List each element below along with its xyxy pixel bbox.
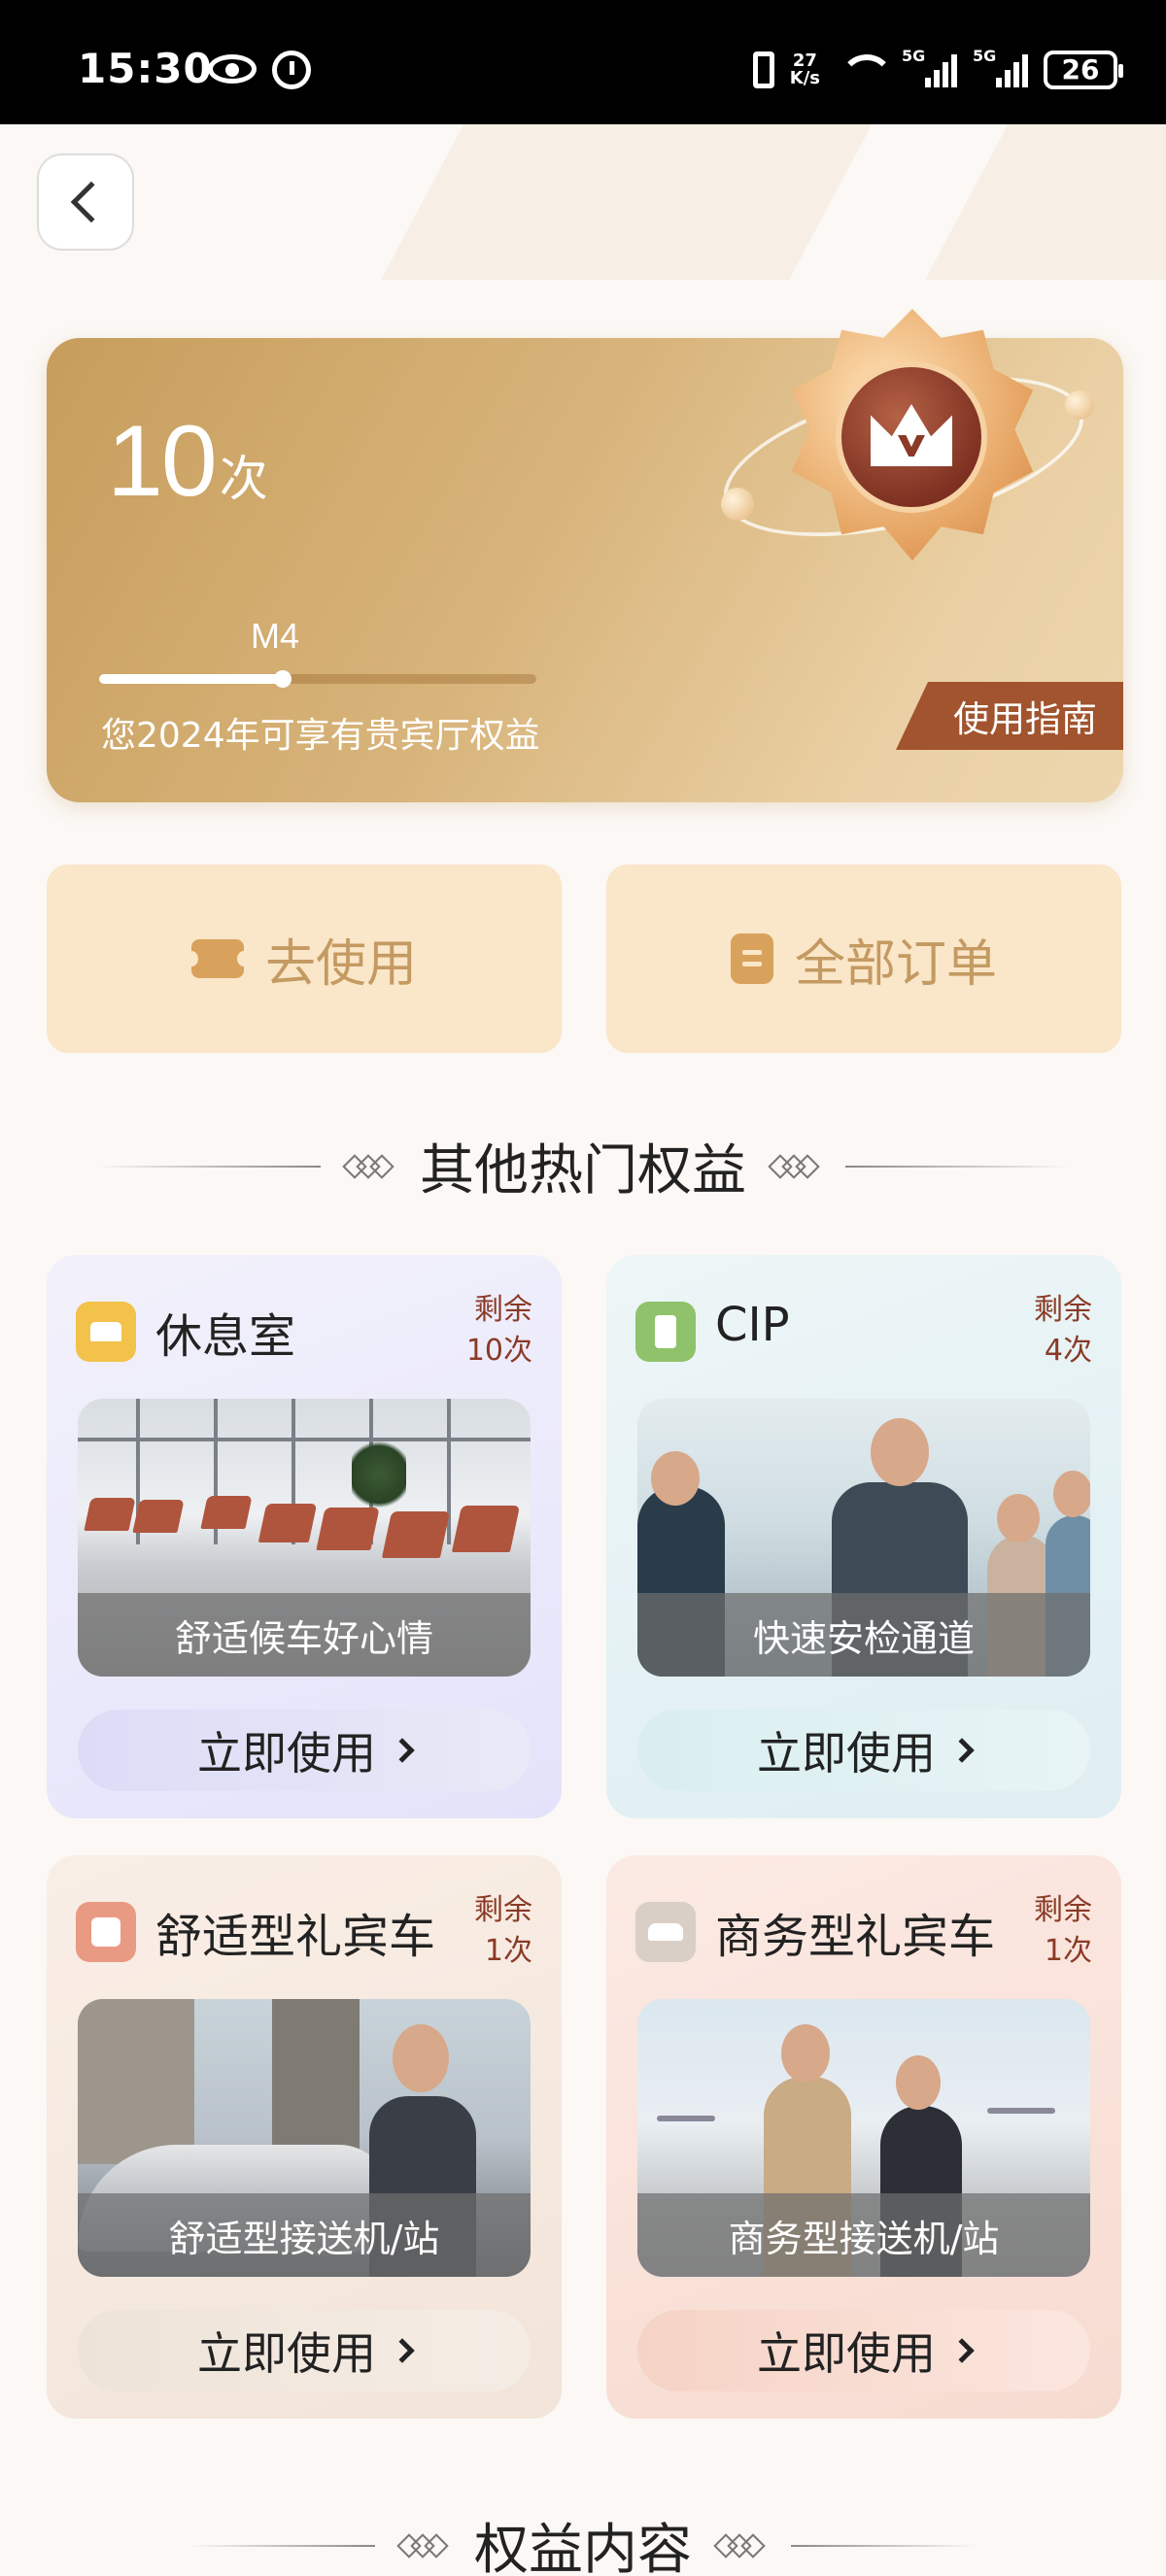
lounge-photo: 舒适候车好心情 (78, 1399, 531, 1677)
use-now-button[interactable]: 立即使用 (637, 1710, 1090, 1791)
remaining-badge: 剩余 1次 (1034, 1893, 1092, 1968)
usage-guide-button[interactable]: 使用指南 (896, 682, 1123, 750)
network-speed: 27 K/s (789, 51, 820, 88)
benefit-card-cip[interactable]: CIP 剩余 4次 快速安检通道 立即使用 (606, 1255, 1121, 1818)
chevron-left-icon (70, 181, 113, 223)
alarm-icon (272, 51, 311, 89)
header-decoration (0, 124, 1166, 280)
signal-sim1-icon: 5G (902, 47, 957, 87)
car-icon (635, 1902, 696, 1962)
all-orders-button[interactable]: 全部订单 (606, 864, 1121, 1053)
bus-icon (76, 1902, 136, 1962)
status-indicators: 27 K/s 5G 5G 26 (752, 47, 1123, 91)
remaining-count: 10次 (107, 405, 268, 518)
knot-ornament-icon (768, 1153, 824, 1179)
status-bar: 15:30 27 K/s 5G 5G 26 (0, 0, 1166, 124)
divider (845, 1165, 1069, 1168)
signal-sim2-icon: 5G (973, 47, 1028, 87)
chevron-right-icon (390, 1738, 415, 1763)
benefit-caption: 商务型接送机/站 (637, 2193, 1090, 2277)
divider (97, 1165, 321, 1168)
benefit-description: 您2024年可享有贵宾厅权益 (101, 716, 540, 756)
eye-comfort-icon (208, 54, 257, 84)
security-pass-icon (635, 1302, 696, 1362)
go-use-button[interactable]: 去使用 (47, 864, 562, 1053)
status-time: 15:30 (78, 45, 213, 92)
document-icon (730, 933, 773, 984)
badge-orb (1065, 390, 1094, 420)
divider (791, 2544, 976, 2547)
vibrate-icon (752, 51, 774, 88)
knot-ornament-icon (396, 2532, 453, 2559)
badge-orb (721, 488, 754, 521)
benefit-card-comfort-car[interactable]: 舒适型礼宾车 剩余 1次 舒适型接送机/站 立即使用 (47, 1855, 562, 2419)
all-orders-label: 全部订单 (794, 934, 997, 994)
benefit-caption: 快速安检通道 (637, 1593, 1090, 1677)
ticket-icon (184, 939, 251, 978)
section-title-content: 权益内容 (0, 2506, 1166, 2576)
level-progress-knob (274, 670, 292, 688)
benefit-name: 商务型礼宾车 (715, 1910, 996, 1964)
chevron-right-icon (949, 2338, 975, 2363)
back-button[interactable] (37, 153, 134, 251)
security-photo: 快速安检通道 (637, 1399, 1090, 1677)
remaining-badge: 剩余 10次 (465, 1293, 532, 1368)
remaining-badge: 剩余 4次 (1034, 1293, 1092, 1368)
chevron-right-icon (390, 2338, 415, 2363)
knot-ornament-icon (342, 1153, 398, 1179)
benefit-caption: 舒适候车好心情 (78, 1593, 531, 1677)
use-now-button[interactable]: 立即使用 (637, 2310, 1090, 2391)
battery-icon: 26 (1044, 51, 1123, 89)
business-car-photo: 商务型接送机/站 (637, 1999, 1090, 2277)
use-now-button[interactable]: 立即使用 (78, 1710, 531, 1791)
sofa-icon (76, 1302, 136, 1362)
remaining-badge: 剩余 1次 (474, 1893, 532, 1968)
level-progress-fill (99, 674, 283, 684)
divider (190, 2544, 375, 2547)
comfort-car-photo: 舒适型接送机/站 (78, 1999, 531, 2277)
section-title-popular: 其他热门权益 (0, 1127, 1166, 1205)
benefit-name: CIP (715, 1298, 790, 1352)
benefit-card-lounge[interactable]: 休息室 剩余 10次 舒适候车好心情 立即使用 (47, 1255, 562, 1818)
benefit-caption: 舒适型接送机/站 (78, 2193, 531, 2277)
benefit-name: 休息室 (155, 1309, 296, 1364)
knot-ornament-icon (713, 2532, 770, 2559)
level-progress-bar (99, 670, 536, 688)
go-use-label: 去使用 (264, 934, 417, 994)
member-level: M4 (251, 616, 300, 656)
use-now-button[interactable]: 立即使用 (78, 2310, 531, 2391)
chevron-right-icon (949, 1738, 975, 1763)
benefit-name: 舒适型礼宾车 (155, 1910, 436, 1964)
benefit-card-business-car[interactable]: 商务型礼宾车 剩余 1次 商务型接送机/站 立即使用 (606, 1855, 1121, 2419)
wifi-icon (836, 51, 894, 89)
